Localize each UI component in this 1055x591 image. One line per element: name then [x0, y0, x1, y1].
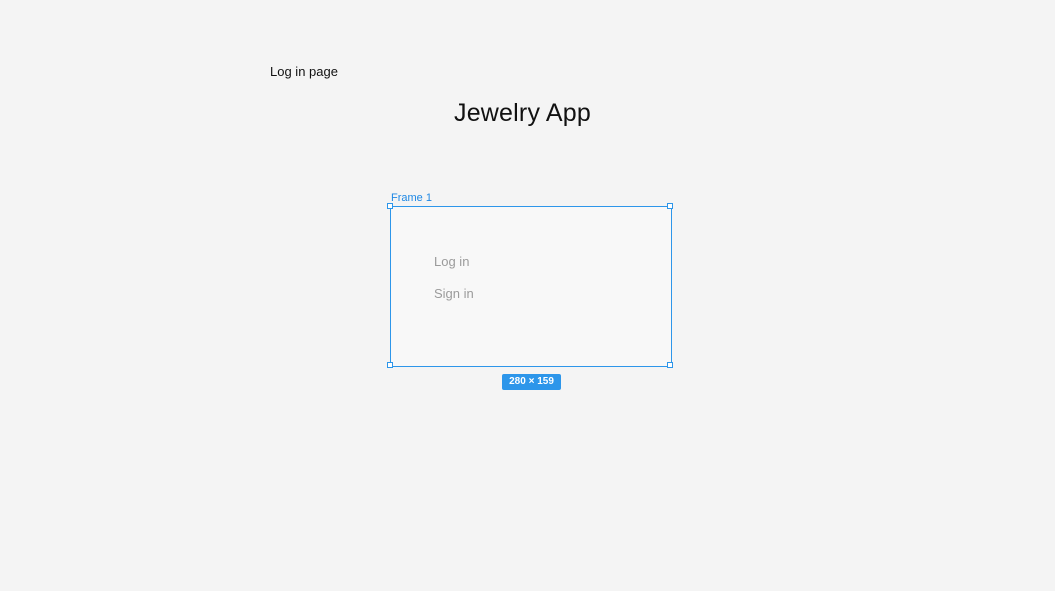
login-text[interactable]: Log in [434, 254, 469, 269]
page-label[interactable]: Log in page [270, 64, 338, 79]
signin-text[interactable]: Sign in [434, 286, 474, 301]
resize-handle-top-left[interactable] [387, 203, 393, 209]
frame-name-label[interactable]: Frame 1 [391, 192, 432, 204]
resize-handle-bottom-right[interactable] [667, 362, 673, 368]
app-title-text[interactable]: Jewelry App [454, 99, 591, 128]
resize-handle-top-right[interactable] [667, 203, 673, 209]
resize-handle-bottom-left[interactable] [387, 362, 393, 368]
frame-1[interactable]: Log in Sign in [390, 206, 672, 367]
size-badge: 280 × 159 [502, 374, 561, 390]
